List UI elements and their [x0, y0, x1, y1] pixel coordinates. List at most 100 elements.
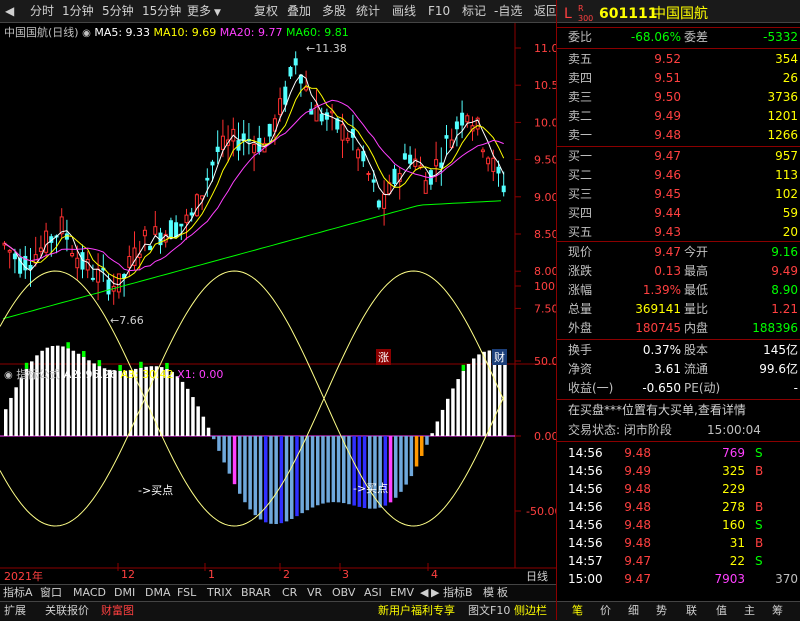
sell-level-1[interactable]: 卖一 9.48 1266 — [557, 126, 800, 145]
tab-dma[interactable]: DMA — [145, 585, 171, 601]
buy-level-1[interactable]: 买一 9.47 957 — [557, 147, 800, 166]
indicator-bar — [399, 436, 403, 492]
buy-price: 9.46 — [654, 168, 681, 182]
tick-volume: 229 — [722, 482, 745, 496]
fundamental-row[interactable]: 收益(一) -0.650 PE(动) - — [557, 379, 800, 398]
tab-macd[interactable]: MACD — [73, 585, 106, 601]
tab-5min[interactable]: 5分钟 — [102, 3, 134, 19]
big-order-notice[interactable]: 在买盘***位置有大买单,查看详情 — [568, 401, 746, 420]
quote-value: 9.47 — [654, 245, 681, 259]
indicator-legend: ◉ 指标公式 A2: 95.26 A3: 30.42 X1: 0.00 — [4, 366, 223, 382]
tick-row[interactable]: 14:56 9.48 769 S — [557, 444, 800, 463]
webi-value: -68.06% — [630, 30, 681, 44]
status-f10[interactable]: 图文F10 — [468, 603, 510, 619]
tick-row[interactable]: 14:56 9.49 325 B — [557, 462, 800, 481]
tab-1min[interactable]: 1分钟 — [62, 3, 94, 19]
tick-row[interactable]: 14:56 9.48 278 B — [557, 498, 800, 517]
btn-f10[interactable]: F10 — [428, 3, 450, 19]
tab-brar[interactable]: BRAR — [241, 585, 271, 601]
settings-gear-icon[interactable]: ◉ — [4, 370, 13, 381]
tab-template-1[interactable]: 模 — [483, 585, 494, 601]
btn-add-watchlist[interactable]: -自选 — [494, 3, 522, 19]
tab-dmi[interactable]: DMI — [114, 585, 135, 601]
tab-obv[interactable]: OBV — [332, 585, 355, 601]
tab-indicator-a[interactable]: 指标A — [3, 585, 33, 601]
indicator-bar — [186, 388, 190, 436]
tab-emv[interactable]: EMV — [390, 585, 414, 601]
buy-level-3[interactable]: 买三 9.45 102 — [557, 185, 800, 204]
tab-window[interactable]: 窗口 — [40, 585, 62, 601]
btn-return[interactable]: 返回 — [534, 3, 558, 19]
chevron-down-icon[interactable]: ▼ — [214, 5, 221, 21]
status-wealth-chart[interactable]: 财富图 — [101, 603, 134, 619]
indicator-bar — [456, 379, 460, 436]
rise-marker[interactable]: 涨 — [376, 349, 391, 365]
indicator-bar — [201, 416, 206, 436]
status-expand[interactable]: 扩展 — [4, 603, 26, 619]
back-icon[interactable]: ◀ — [5, 3, 14, 19]
btn-multi-stock[interactable]: 多股 — [322, 3, 346, 19]
btn-statistics[interactable]: 统计 — [356, 3, 380, 19]
scroll-right-arrow-icon[interactable]: ▶ — [431, 585, 439, 601]
quote-row[interactable]: 现价 9.47 今开 9.16 — [557, 243, 800, 262]
status-promo[interactable]: 新用户福利专享 — [378, 603, 455, 619]
chart-area[interactable]: 11.00 10.50 10.00 9.50 9.00 8.50 8.00 7.50 100.… — [0, 23, 556, 571]
buy-price: 9.44 — [654, 206, 681, 220]
tab-intraday[interactable]: 分时 — [30, 3, 54, 19]
buy-level-2[interactable]: 买二 9.46 113 — [557, 166, 800, 185]
btn-overlay[interactable]: 叠加 — [287, 3, 311, 19]
quote-row[interactable]: 总量 369141 量比 1.21 — [557, 300, 800, 319]
sell-level-3[interactable]: 卖三 9.50 3736 — [557, 88, 800, 107]
quote-row[interactable]: 外盘 180745 内盘 188396 — [557, 319, 800, 338]
sell-level-2[interactable]: 卖二 9.49 1201 — [557, 107, 800, 126]
indicator-bar — [279, 436, 284, 524]
indicator-bar — [420, 436, 424, 456]
trade-status-row: 交易状态: 闭市阶段 15:00:04 — [557, 421, 800, 440]
sell-price: 9.50 — [654, 90, 681, 104]
candle-body — [491, 157, 496, 172]
tab-trix[interactable]: TRIX — [207, 585, 232, 601]
indicator-axis-labels: 100.0 50.00 0.00 -50.00 — [526, 280, 556, 518]
btn-draw-line[interactable]: 画线 — [392, 3, 416, 19]
btn-mark[interactable]: 标记 — [462, 3, 486, 19]
tab-asi[interactable]: ASI — [364, 585, 382, 601]
tick-row[interactable]: 15:00 9.47 7903 370 — [557, 570, 800, 589]
indicator-bar — [71, 350, 76, 436]
indicator-bar — [258, 436, 263, 520]
quote-value: 1.39% — [642, 283, 681, 297]
buy-level-4[interactable]: 买四 9.44 59 — [557, 204, 800, 223]
tab-indicator-b[interactable]: 指标B — [443, 585, 473, 601]
btn-fuquan[interactable]: 复权 — [254, 3, 278, 19]
scroll-left-arrow-icon[interactable]: ◀ — [420, 585, 428, 601]
tick-price: 9.47 — [624, 554, 651, 568]
circle-arrow-icon[interactable]: ◉ — [82, 28, 91, 39]
buy-label: 买五 — [568, 225, 593, 239]
tab-cr[interactable]: CR — [282, 585, 297, 601]
sell-level-5[interactable]: 卖五 9.52 354 — [557, 50, 800, 69]
fundamental-row[interactable]: 换手 0.37% 股本 145亿 — [557, 341, 800, 360]
quote-label: 量比 — [684, 302, 709, 316]
tick-row[interactable]: 14:57 9.47 22 S — [557, 552, 800, 571]
tab-more[interactable]: 更多 — [187, 3, 211, 19]
fundamental-row[interactable]: 净资 3.61 流通 99.6亿 — [557, 360, 800, 379]
quote-row[interactable]: 涨幅 1.39% 最低 8.90 — [557, 281, 800, 300]
indicator-bar-top — [461, 364, 466, 371]
finance-marker[interactable]: 财 — [492, 349, 507, 365]
tick-row[interactable]: 14:56 9.48 160 S — [557, 516, 800, 535]
candle-body — [85, 259, 90, 271]
status-related-quote[interactable]: 关联报价 — [45, 603, 89, 619]
tab-15min[interactable]: 15分钟 — [142, 3, 181, 19]
sell-level-4[interactable]: 卖四 9.51 26 — [557, 69, 800, 88]
tick-row[interactable]: 14:56 9.48 31 B — [557, 534, 800, 553]
notice-row[interactable]: 在买盘***位置有大买单,查看详情 — [557, 401, 800, 420]
quote-row[interactable]: 涨跌 0.13 最高 9.49 — [557, 262, 800, 281]
candle-body — [496, 166, 501, 174]
buy-level-5[interactable]: 买五 9.43 20 — [557, 223, 800, 242]
status-sidebar[interactable]: 侧边栏 — [514, 603, 547, 619]
tab-vr[interactable]: VR — [307, 585, 322, 601]
tick-row[interactable]: 14:56 9.48 229 — [557, 480, 800, 499]
tab-fsl[interactable]: FSL — [177, 585, 196, 601]
tab-template-2[interactable]: 板 — [497, 585, 508, 601]
period-label[interactable]: 日线 — [526, 568, 548, 584]
candle-body — [444, 135, 449, 139]
